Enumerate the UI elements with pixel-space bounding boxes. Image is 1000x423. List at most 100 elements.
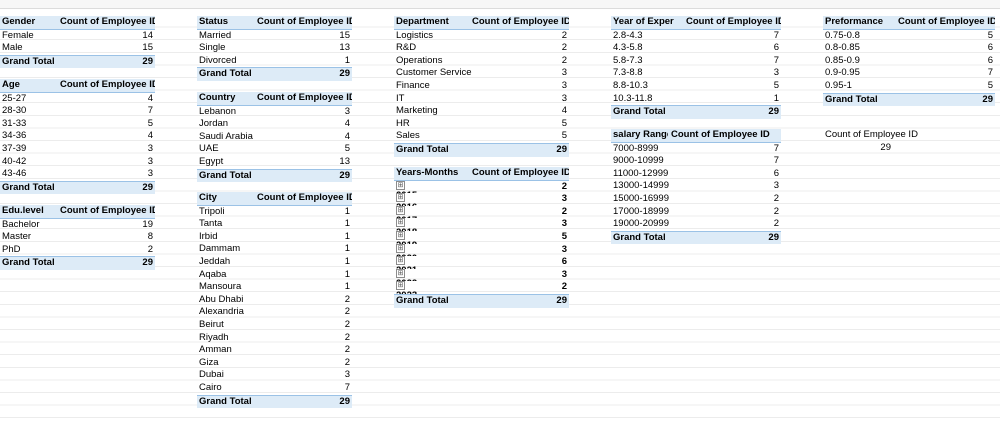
row-label-header[interactable]: Year of Exper▾ [611, 16, 683, 29]
grand-total-label: Grand Total [199, 169, 252, 181]
row-label: 0.85-0.9 [823, 55, 988, 68]
row-label-header[interactable]: Preformance▾ [823, 16, 895, 29]
pivot-row: HR 5 [394, 118, 569, 131]
pivot-header-row: Department↓▾Count of Employee ID [394, 16, 569, 30]
row-label-text: Abu Dhabi [199, 293, 244, 305]
row-label[interactable]: ⊞2020 [394, 243, 562, 256]
row-label[interactable]: ⊞2021 [394, 256, 562, 269]
row-label[interactable]: ⊞2018 [394, 218, 562, 231]
row-label-header[interactable]: Status↓▾ [197, 16, 254, 29]
row-label-header[interactable]: Department↓▾ [394, 16, 469, 29]
row-label-header[interactable]: Country↓▾ [197, 92, 254, 105]
row-label: 40-42 [0, 156, 148, 169]
row-label[interactable]: ⊞2015 [394, 180, 562, 193]
row-value: 3 [561, 193, 567, 205]
pivot-header-row: Edu.level▾Count of Employee ID [0, 205, 155, 219]
expand-icon[interactable]: ⊞ [396, 243, 405, 253]
row-label-header[interactable]: City↓▾ [197, 192, 254, 205]
pivot-row: 34-36 4 [0, 130, 155, 143]
row-label-header[interactable]: salary Range▾ [611, 129, 668, 142]
row-label[interactable]: ⊞2016 [394, 193, 562, 206]
row-label: Jordan [197, 118, 345, 131]
row-label: Single [197, 42, 339, 55]
row-label-text: Female [2, 29, 34, 41]
row-value: 3 [561, 67, 567, 79]
pivot-row: Logistics 2 [394, 30, 569, 43]
pivot-country[interactable]: Country↓▾Count of Employee IDLebanon3Jor… [197, 92, 352, 183]
row-label: Bachelor [0, 219, 142, 232]
pivot-row: 15000-16999 2 [611, 193, 781, 206]
row-label: 8.8-10.3 [611, 80, 774, 93]
row-label-text: 11000-12999 [613, 167, 669, 179]
pivot-age[interactable]: Age▾Count of Employee ID25-27428-30731-3… [0, 79, 155, 195]
row-label-text: Marketing [396, 105, 438, 117]
row-label: HR [394, 118, 562, 131]
row-label-header[interactable]: Gender▾ [0, 16, 57, 29]
row-label-text: 28-30 [2, 105, 27, 117]
row-label-text: 17000-18999 [613, 205, 669, 217]
row-label-header[interactable]: Age▾ [0, 79, 57, 92]
expand-icon[interactable]: ⊞ [396, 230, 405, 240]
row-label-text: R&D [396, 42, 417, 54]
pivot-row: ⊞20152 [394, 180, 569, 193]
row-label-text: Married [199, 29, 232, 41]
row-label-header[interactable]: Edu.level▾ [0, 205, 57, 218]
expand-icon[interactable]: ⊞ [396, 268, 405, 278]
row-label: Logistics [394, 30, 562, 43]
row-label[interactable]: ⊞2022 [394, 268, 562, 281]
pivot-row: Bachelor 19 [0, 219, 155, 232]
row-label[interactable]: ⊞2023 [394, 281, 562, 294]
row-label: Amman [197, 344, 345, 357]
row-value: 4 [561, 105, 567, 117]
row-label-text: 9000-10999 [613, 155, 664, 167]
pivot-years-months[interactable]: Years-Months▾Count of Employee ID⊞20152⊞… [394, 167, 569, 308]
pivot-status[interactable]: Status↓▾Count of Employee IDMarried15Sin… [197, 16, 352, 81]
row-label: 34-36 [0, 130, 148, 143]
row-label: Abu Dhabi [197, 294, 345, 307]
row-label-header-text: City [199, 192, 217, 203]
pivot-row: 13000-14999 3 [611, 180, 781, 193]
row-value: 14 [142, 29, 153, 41]
row-label[interactable]: ⊞2019 [394, 230, 562, 244]
row-label: UAE [197, 143, 345, 156]
pivot-row: Amman 2 [197, 344, 352, 357]
row-label: 9000-10999 [611, 155, 774, 168]
pivot-row: ⊞20203 [394, 243, 569, 256]
expand-icon[interactable]: ⊞ [396, 193, 405, 203]
pivot-salary-range[interactable]: salary Range▾Count of Employee ID7000-89… [611, 129, 781, 245]
count-header: Count of Employee ID [472, 167, 569, 178]
expand-icon[interactable]: ⊞ [396, 256, 405, 266]
pivot-performance[interactable]: Preformance▾Count of Employee ID0.75-0.8… [823, 16, 995, 107]
row-label: 7000-8999 [611, 143, 774, 156]
row-value: 2 [344, 318, 350, 330]
pivot-row: Dubai 3 [197, 369, 352, 382]
pivot-year-of-experience[interactable]: Year of Exper▾Count of Employee ID2.8-4.… [611, 16, 781, 119]
row-value: 2 [561, 205, 567, 217]
expand-icon[interactable]: ⊞ [396, 180, 405, 190]
row-label-text: Divorced [199, 54, 237, 66]
row-label: Cairo [197, 382, 345, 395]
row-value: 3 [561, 92, 567, 104]
expand-icon[interactable]: ⊞ [396, 205, 405, 215]
grand-total-label: Grand Total [2, 257, 55, 269]
row-label-header-text: Department [396, 16, 449, 27]
pivot-row: 37-39 3 [0, 143, 155, 156]
row-label: Alexandria [197, 306, 345, 319]
row-label-text: Giza [199, 356, 219, 368]
pivot-count-total[interactable]: Count of Employee ID 29 [823, 129, 995, 154]
pivot-city[interactable]: City↓▾Count of Employee IDTripoli1Tanta1… [197, 192, 352, 409]
pivot-gender[interactable]: Gender▾Count of Employee IDFemale14Male1… [0, 16, 155, 69]
row-label-text: 43-46 [2, 168, 27, 180]
row-label: Tanta [197, 218, 345, 231]
row-value: 1 [773, 92, 779, 104]
row-label[interactable]: ⊞2017 [394, 205, 562, 218]
row-label-header[interactable]: Years-Months▾ [394, 167, 469, 180]
pivot-edu-level[interactable]: Edu.level▾Count of Employee IDBachelor19… [0, 205, 155, 270]
expand-icon[interactable]: ⊞ [396, 218, 405, 228]
grand-total-row: Grand Total 29 [197, 67, 352, 81]
pivot-department[interactable]: Department↓▾Count of Employee IDLogistic… [394, 16, 569, 157]
row-label-text: Alexandria [199, 306, 244, 318]
pivot-row: 10.3-11.8 1 [611, 93, 781, 106]
expand-icon[interactable]: ⊞ [396, 281, 405, 291]
row-label: 0.75-0.8 [823, 30, 988, 43]
